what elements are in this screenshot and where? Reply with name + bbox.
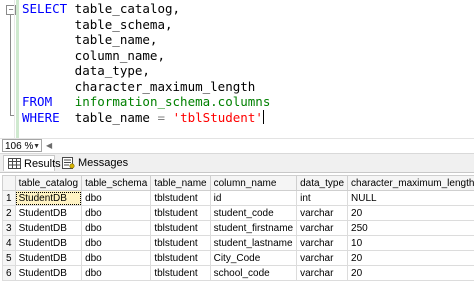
cell-table-catalog[interactable]: StudentDB — [14, 235, 83, 251]
tab-results[interactable]: Results — [3, 155, 61, 171]
results-table: table_catalog table_schema table_name co… — [2, 175, 474, 281]
zoom-select[interactable]: 106 % ▼ — [2, 139, 42, 152]
col-header-character-maximum-length[interactable]: character_maximum_length — [347, 175, 474, 191]
cell-table-name[interactable]: tblstudent — [150, 205, 211, 221]
cell-table-name[interactable]: tblstudent — [150, 250, 211, 266]
code-line-3: table_name, — [22, 32, 158, 47]
cell-data-type[interactable]: varchar — [296, 250, 349, 266]
code-line-5: data_type, — [22, 63, 150, 78]
cell-table-name[interactable]: tblstudent — [150, 265, 211, 281]
cell-table-schema[interactable]: dbo — [81, 205, 152, 221]
table-row[interactable]: 2 StudentDB dbo tblstudent student_code … — [2, 205, 474, 221]
cell-table-schema[interactable]: dbo — [81, 190, 152, 206]
code-line-2: table_schema, — [22, 16, 173, 32]
results-grid[interactable]: table_catalog table_schema table_name co… — [0, 173, 474, 294]
col-header-table-name[interactable]: table_name — [150, 175, 211, 191]
code-line-6: character_maximum_length — [22, 78, 256, 94]
table-row[interactable]: 1 StudentDB dbo tblstudent id int NULL — [2, 190, 474, 206]
gutter-divider — [14, 0, 15, 138]
editor-gutter: − — [0, 0, 16, 138]
tab-results-label: Results — [24, 158, 61, 170]
cell-column-name[interactable]: school_code — [209, 265, 298, 281]
keyword-where: WHERE — [22, 109, 60, 125]
row-number[interactable]: 1 — [2, 190, 16, 206]
row-number-header — [2, 175, 16, 191]
chevron-down-icon[interactable]: ▼ — [33, 140, 40, 153]
row-number[interactable]: 6 — [2, 265, 16, 281]
change-indicator — [16, 0, 19, 138]
cell-table-catalog[interactable]: StudentDB — [14, 205, 83, 221]
where-operator: = — [157, 109, 166, 125]
table-row[interactable]: 3 StudentDB dbo tblstudent student_first… — [2, 220, 474, 236]
keyword-from: FROM — [22, 94, 53, 109]
tab-messages-label: Messages — [78, 157, 129, 169]
row-number[interactable]: 3 — [2, 220, 16, 236]
cell-table-schema[interactable]: dbo — [81, 265, 152, 281]
zoom-bar: 106 % ▼ ◀ — [0, 139, 474, 154]
cell-table-name[interactable]: tblstudent — [150, 235, 211, 251]
cell-column-name[interactable]: City_Code — [209, 250, 298, 266]
cell-character-maximum-length[interactable]: 20 — [347, 265, 474, 281]
from-object: information_schema.columns — [74, 94, 271, 109]
table-row[interactable]: 6 StudentDB dbo tblstudent school_code v… — [2, 265, 474, 281]
results-tabs: Results Messages — [0, 154, 474, 173]
cell-table-schema[interactable]: dbo — [81, 235, 152, 251]
col-header-column-name[interactable]: column_name — [209, 175, 298, 191]
col-header-table-schema[interactable]: table_schema — [81, 175, 152, 191]
table-row[interactable]: 5 StudentDB dbo tblstudent City_Code var… — [2, 250, 474, 266]
cell-column-name[interactable]: student_lastname — [209, 235, 298, 251]
tab-messages[interactable]: Messages — [58, 155, 128, 171]
row-number[interactable]: 5 — [2, 250, 16, 266]
cell-table-schema[interactable]: dbo — [81, 250, 152, 266]
row-number[interactable]: 2 — [2, 205, 16, 221]
code-line-4: column_name, — [22, 47, 165, 63]
cell-table-schema[interactable]: dbo — [81, 220, 152, 236]
cell-column-name[interactable]: id — [209, 190, 298, 206]
where-column: table_name — [74, 109, 150, 125]
cell-data-type[interactable]: varchar — [296, 235, 349, 251]
header-row: table_catalog table_schema table_name co… — [2, 175, 474, 191]
cell-character-maximum-length[interactable]: 10 — [347, 235, 474, 251]
cell-data-type[interactable]: varchar — [296, 265, 349, 281]
col-header-data-type[interactable]: data_type — [296, 175, 349, 191]
scroll-left-icon[interactable]: ◀ — [46, 141, 52, 150]
cell-table-name[interactable]: tblstudent — [150, 190, 211, 206]
cell-character-maximum-length[interactable]: 250 — [347, 220, 474, 236]
cell-character-maximum-length[interactable]: NULL — [347, 190, 474, 206]
cell-column-name[interactable]: student_code — [209, 205, 298, 221]
col-header-table-catalog[interactable]: table_catalog — [14, 175, 83, 191]
grid-icon — [8, 158, 21, 169]
fold-line — [10, 15, 11, 115]
code-line-1: table_catalog, — [67, 1, 181, 16]
row-number[interactable]: 4 — [2, 235, 16, 251]
cell-data-type[interactable]: varchar — [296, 220, 349, 236]
cell-data-type[interactable]: int — [296, 190, 349, 206]
query-editor[interactable]: − SELECT table_catalog, table_schema, ta… — [0, 0, 474, 139]
cell-table-catalog[interactable]: StudentDB — [14, 265, 83, 281]
where-value: 'tblStudent' — [172, 109, 263, 125]
zoom-value: 106 % — [5, 141, 34, 152]
cell-table-catalog[interactable]: StudentDB — [14, 190, 83, 206]
messages-icon — [62, 157, 75, 169]
cell-character-maximum-length[interactable]: 20 — [347, 205, 474, 221]
cell-data-type[interactable]: varchar — [296, 205, 349, 221]
sql-code[interactable]: SELECT table_catalog, table_schema, tabl… — [22, 1, 270, 125]
table-row[interactable]: 4 StudentDB dbo tblstudent student_lastn… — [2, 235, 474, 251]
cell-column-name[interactable]: student_firstname — [209, 220, 298, 236]
keyword-select: SELECT — [22, 1, 68, 16]
cell-table-name[interactable]: tblstudent — [150, 220, 211, 236]
cell-character-maximum-length[interactable]: 20 — [347, 250, 474, 266]
text-cursor — [262, 109, 264, 124]
cell-table-catalog[interactable]: StudentDB — [14, 220, 83, 236]
cell-table-catalog[interactable]: StudentDB — [14, 250, 83, 266]
